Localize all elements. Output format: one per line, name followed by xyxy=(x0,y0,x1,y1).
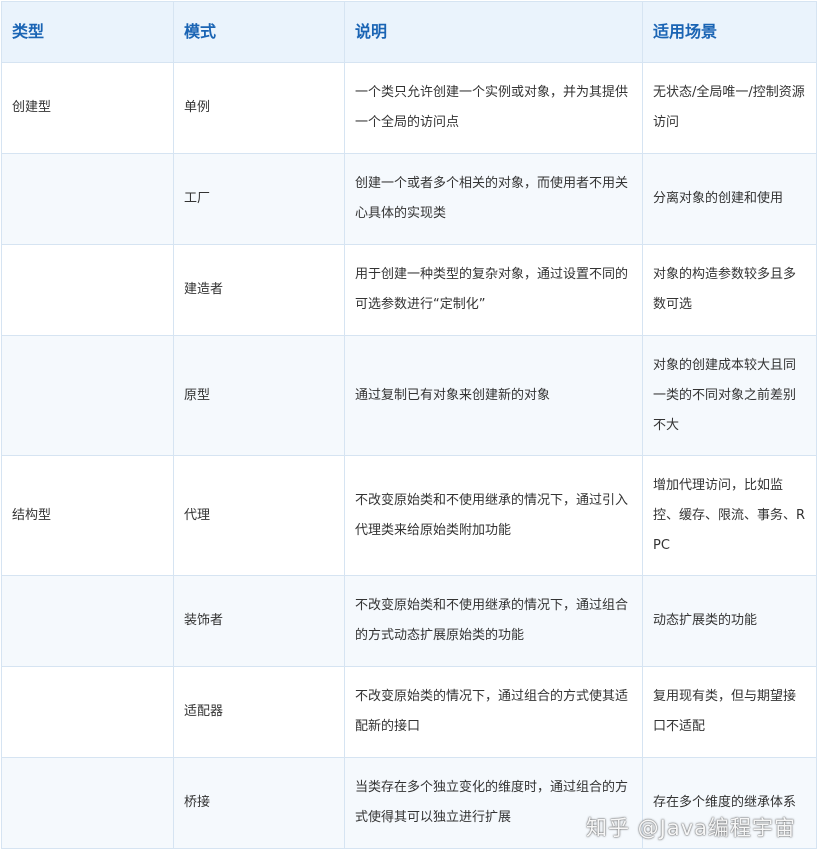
cell-description: 不改变原始类的情况下，通过组合的方式使其适配新的接口 xyxy=(344,666,643,758)
cell-category xyxy=(1,335,174,456)
cell-description: 一个类只允许创建一个实例或对象，并为其提供一个全局的访问点 xyxy=(344,62,643,154)
cell-description: 用于创建一种类型的复杂对象，通过设置不同的可选参数进行“定制化” xyxy=(344,244,643,336)
cell-category xyxy=(1,244,174,336)
cell-category xyxy=(1,757,174,849)
header-category: 类型 xyxy=(1,1,174,63)
header-scenario: 适用场景 xyxy=(642,1,817,63)
cell-scenario: 复用现有类，但与期望接口不适配 xyxy=(642,666,817,758)
cell-pattern: 工厂 xyxy=(173,153,345,245)
table-row: 工厂 创建一个或者多个相关的对象，而使用者不用关心具体的实现类 分离对象的创建和… xyxy=(1,153,817,245)
cell-scenario: 对象的创建成本较大且同一类的不同对象之前差别不大 xyxy=(642,335,817,456)
cell-category xyxy=(1,575,174,667)
cell-pattern: 单例 xyxy=(173,62,345,154)
cell-category: 结构型 xyxy=(1,455,174,576)
watermark: 知乎 @Java编程宇宙 xyxy=(585,816,796,840)
cell-category xyxy=(1,153,174,245)
cell-scenario: 无状态/全局唯一/控制资源访问 xyxy=(642,62,817,154)
cell-description: 创建一个或者多个相关的对象，而使用者不用关心具体的实现类 xyxy=(344,153,643,245)
cell-scenario: 对象的构造参数较多且多数可选 xyxy=(642,244,817,336)
table-row: 建造者 用于创建一种类型的复杂对象，通过设置不同的可选参数进行“定制化” 对象的… xyxy=(1,244,817,336)
cell-description: 不改变原始类和不使用继承的情况下，通过组合的方式动态扩展原始类的功能 xyxy=(344,575,643,667)
cell-category xyxy=(1,666,174,758)
cell-category: 创建型 xyxy=(1,62,174,154)
page: 类型 模式 说明 适用场景 创建型 单例 一个类只允许创建一个实例或对象，并为其… xyxy=(0,0,818,855)
table-row: 适配器 不改变原始类的情况下，通过组合的方式使其适配新的接口 复用现有类，但与期… xyxy=(1,666,817,758)
cell-pattern: 建造者 xyxy=(173,244,345,336)
design-patterns-table: 类型 模式 说明 适用场景 创建型 单例 一个类只允许创建一个实例或对象，并为其… xyxy=(1,1,817,849)
cell-pattern: 适配器 xyxy=(173,666,345,758)
table-row: 结构型 代理 不改变原始类和不使用继承的情况下，通过引入代理类来给原始类附加功能… xyxy=(1,455,817,576)
header-description: 说明 xyxy=(344,1,643,63)
table-row: 原型 通过复制已有对象来创建新的对象 对象的创建成本较大且同一类的不同对象之前差… xyxy=(1,335,817,456)
cell-pattern: 装饰者 xyxy=(173,575,345,667)
cell-scenario: 动态扩展类的功能 xyxy=(642,575,817,667)
cell-scenario: 分离对象的创建和使用 xyxy=(642,153,817,245)
cell-scenario: 增加代理访问，比如监控、缓存、限流、事务、RPC xyxy=(642,455,817,576)
cell-pattern: 桥接 xyxy=(173,757,345,849)
table-header-row: 类型 模式 说明 适用场景 xyxy=(1,1,817,63)
header-pattern: 模式 xyxy=(173,1,345,63)
cell-description: 不改变原始类和不使用继承的情况下，通过引入代理类来给原始类附加功能 xyxy=(344,455,643,576)
cell-description: 通过复制已有对象来创建新的对象 xyxy=(344,335,643,456)
cell-pattern: 代理 xyxy=(173,455,345,576)
table-row: 创建型 单例 一个类只允许创建一个实例或对象，并为其提供一个全局的访问点 无状态… xyxy=(1,62,817,154)
table-row: 装饰者 不改变原始类和不使用继承的情况下，通过组合的方式动态扩展原始类的功能 动… xyxy=(1,575,817,667)
cell-pattern: 原型 xyxy=(173,335,345,456)
